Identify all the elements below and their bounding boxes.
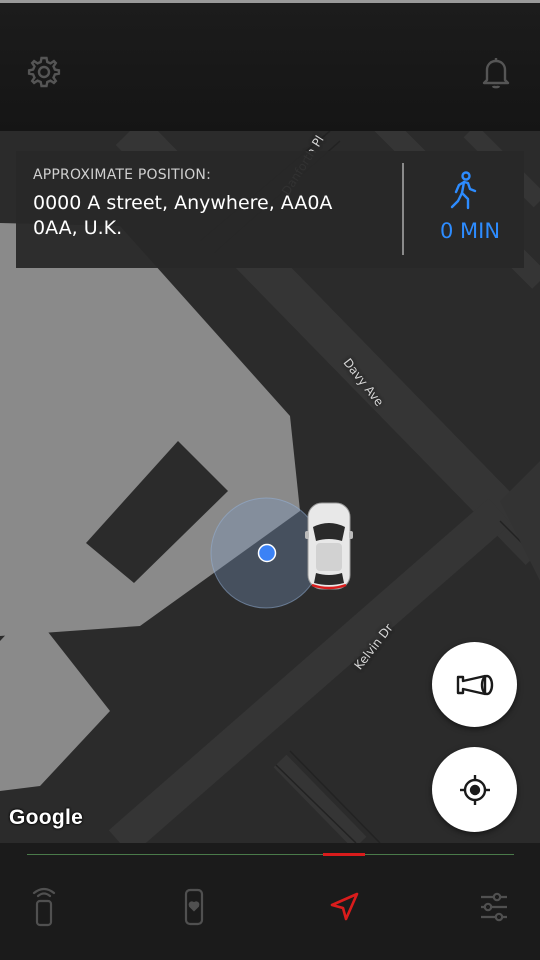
bell-icon: [482, 58, 510, 89]
walking-person-icon: [450, 171, 477, 210]
nav-item-phone[interactable]: [174, 887, 214, 927]
car-icon: [305, 502, 353, 590]
recenter-button[interactable]: [432, 747, 517, 832]
horn-icon: [456, 674, 493, 695]
nav-divider: [27, 854, 514, 855]
sliders-icon: [481, 892, 507, 922]
nav-active-indicator: [323, 853, 365, 856]
location-dot: [257, 543, 277, 563]
key-fob-icon: [32, 887, 56, 927]
nav-item-navigate[interactable]: [324, 887, 364, 927]
phone-heart-icon: [184, 888, 204, 926]
crosshair-icon: [459, 774, 490, 805]
position-label: APPROXIMATE POSITION:: [33, 167, 212, 183]
top-bar: [0, 3, 540, 131]
horn-button[interactable]: [432, 642, 517, 727]
walking-eta: 0 MIN: [439, 219, 501, 243]
bottom-nav: [0, 843, 540, 960]
navigation-arrow-icon: [330, 892, 359, 921]
position-card: APPROXIMATE POSITION: 0000 A street, Any…: [16, 151, 524, 268]
card-divider: [402, 163, 404, 255]
nav-item-settings[interactable]: [474, 887, 514, 927]
settings-button[interactable]: [27, 55, 61, 89]
notifications-button[interactable]: [479, 55, 513, 89]
google-logo: Google: [9, 806, 84, 829]
gear-icon: [27, 56, 61, 88]
position-address: 0000 A street, Anywhere, AA0A 0AA, U.K.: [33, 192, 333, 239]
nav-item-remote[interactable]: [24, 887, 64, 927]
